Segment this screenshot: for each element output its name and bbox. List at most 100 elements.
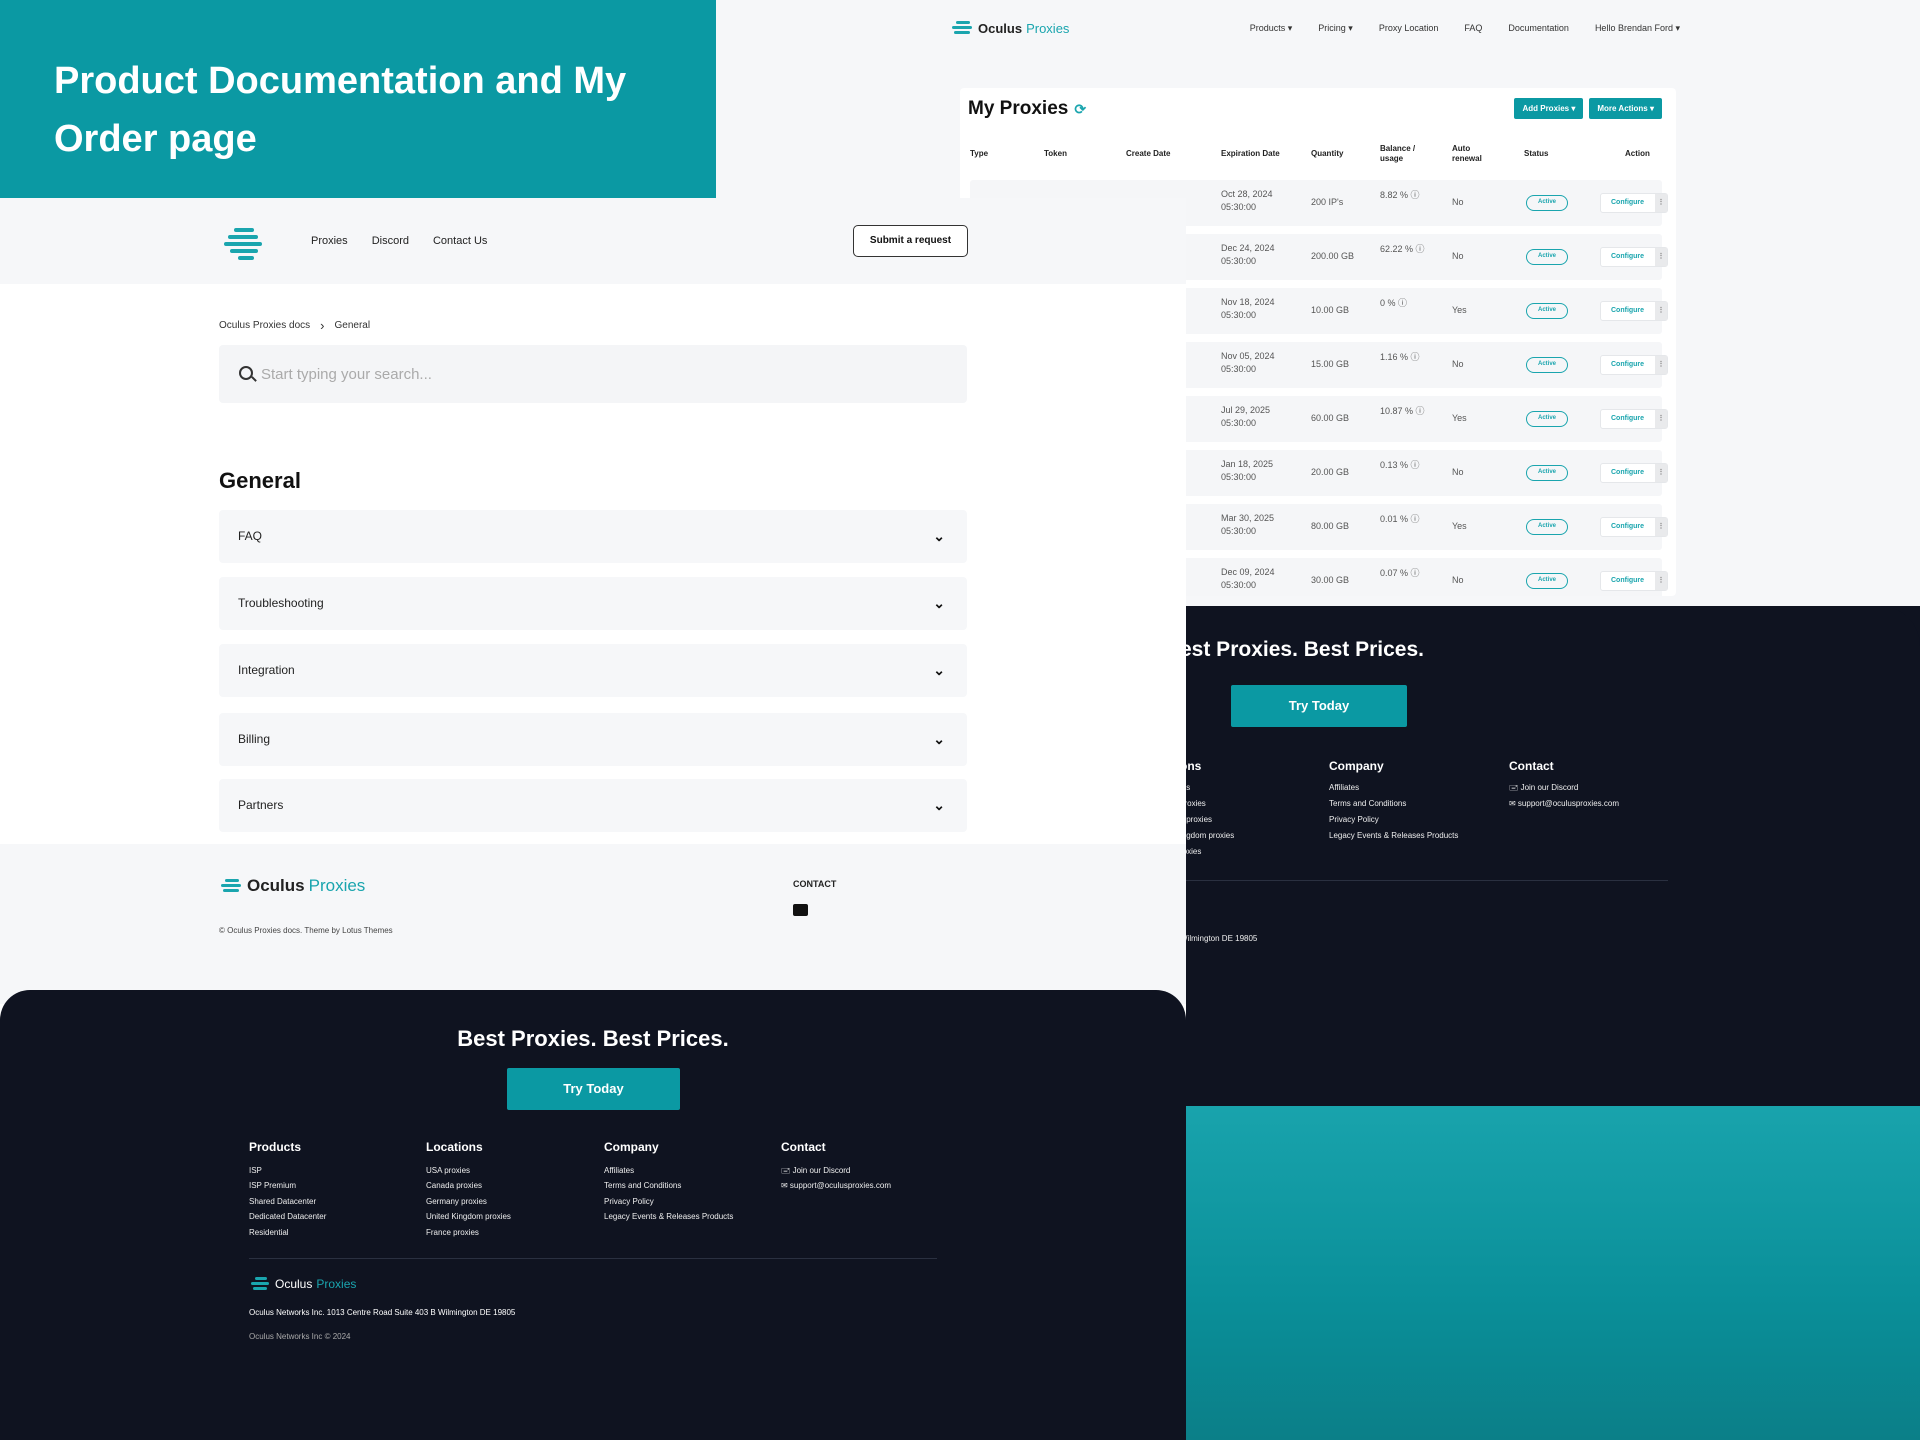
status-badge[interactable]: Active [1526, 573, 1568, 589]
right-footer-contact: Contact 🖃 Join our Discord ✉ support@ocu… [1509, 758, 1619, 812]
nav-documentation[interactable]: Documentation [1508, 23, 1569, 34]
configure-button[interactable]: Configure [1600, 463, 1668, 483]
logo-mark-icon [249, 1275, 271, 1293]
nav-products[interactable]: Products ▾ [1250, 23, 1293, 34]
breadcrumb-root[interactable]: Oculus Proxies docs [219, 320, 310, 331]
status-badge[interactable]: Active [1526, 411, 1568, 427]
marketing-footer: Best Proxies. Best Prices. Try Today Pro… [0, 990, 1186, 1440]
doc-footer-logo[interactable]: Oculus Proxies [219, 876, 365, 896]
submit-request-button[interactable]: Submit a request [853, 225, 968, 257]
doc-footer-contact-label: CONTACT [793, 879, 837, 889]
accordion-troubleshooting[interactable]: Troubleshooting ⌄ [219, 577, 967, 630]
discord-link[interactable]: 🖃 Join our Discord [1509, 780, 1619, 796]
footer-link[interactable]: Privacy Policy [604, 1194, 733, 1210]
status-badge[interactable]: Active [1526, 519, 1568, 535]
support-email-link[interactable]: ✉ support@oculusproxies.com [1509, 796, 1619, 812]
support-email-link[interactable]: ✉ support@oculusproxies.com [781, 1178, 891, 1194]
status-badge[interactable]: Active [1526, 195, 1568, 211]
configure-button[interactable]: Configure [1600, 193, 1668, 213]
products-heading: Products [249, 1140, 302, 1154]
status-badge[interactable]: Active [1526, 249, 1568, 265]
nav-faq[interactable]: FAQ [1464, 23, 1482, 34]
accordion-billing[interactable]: Billing ⌄ [219, 713, 967, 766]
footer-link[interactable]: Shared Datacenter [249, 1194, 326, 1210]
col-balance[interactable]: Balance / usage [1380, 144, 1430, 164]
status-badge[interactable]: Active [1526, 465, 1568, 481]
footer-link[interactable]: Privacy Policy [1329, 812, 1458, 828]
footer-link[interactable]: ingdom proxies [1180, 828, 1234, 844]
cell-quantity: 80.00 GB [1311, 521, 1350, 531]
refresh-icon[interactable]: ⟳ [1074, 101, 1086, 118]
add-proxies-button[interactable]: Add Proxies ▾ [1514, 98, 1584, 119]
doc-nav-discord[interactable]: Discord [372, 235, 409, 247]
logo-mark-icon [950, 18, 974, 38]
status-badge[interactable]: Active [1526, 303, 1568, 319]
cell-balance: 1.16 % ⓘ [1380, 352, 1420, 362]
right-try-today-button[interactable]: Try Today [1231, 685, 1407, 727]
discord-link[interactable]: 🖃 Join our Discord [781, 1163, 891, 1179]
footer-link[interactable]: Terms and Conditions [1329, 796, 1458, 812]
footer-link[interactable]: Residential [249, 1225, 326, 1241]
configure-button[interactable]: Configure [1600, 247, 1668, 267]
try-today-button[interactable]: Try Today [507, 1068, 680, 1110]
cell-auto-renewal: Yes [1452, 413, 1467, 423]
col-auto-renewal[interactable]: Auto renewal [1452, 144, 1492, 164]
cell-auto-renewal: No [1452, 575, 1464, 585]
configure-button[interactable]: Configure [1600, 517, 1668, 537]
brand-logo[interactable]: Oculus Proxies [950, 18, 1069, 38]
nav-user-menu[interactable]: Hello Brendan Ford ▾ [1595, 23, 1680, 34]
footer-link[interactable]: USA proxies [426, 1163, 511, 1179]
col-create-date[interactable]: Create Date [1126, 149, 1170, 159]
search-input[interactable] [261, 359, 941, 389]
doc-nav-proxies[interactable]: Proxies [311, 235, 348, 247]
nav-proxy-location[interactable]: Proxy Location [1379, 23, 1439, 34]
footer-link[interactable]: ISP [249, 1163, 326, 1179]
logo-mark-icon [219, 876, 243, 896]
footer-link[interactable]: Legacy Events & Releases Products [1329, 828, 1458, 844]
right-footer: est Proxies. Best Prices. Try Today ons … [1180, 606, 1920, 1106]
footer-link[interactable]: France proxies [426, 1225, 511, 1241]
footer-link[interactable]: proxies [1180, 796, 1234, 812]
top-navbar: Oculus Proxies Products ▾ Pricing ▾ Prox… [950, 14, 1680, 42]
footer-link[interactable]: Affiliates [604, 1163, 733, 1179]
footer-link[interactable]: Dedicated Datacenter [249, 1209, 326, 1225]
footer-link[interactable]: United Kingdom proxies [426, 1209, 511, 1225]
status-badge[interactable]: Active [1526, 357, 1568, 373]
cell-quantity: 20.00 GB [1311, 467, 1350, 477]
accordion-faq[interactable]: FAQ ⌄ [219, 510, 967, 563]
cell-auto-renewal: No [1452, 359, 1464, 369]
footer-contact: Contact 🖃 Join our Discord ✉ support@ocu… [781, 1140, 891, 1194]
footer-link[interactable]: ISP Premium [249, 1178, 326, 1194]
configure-button[interactable]: Configure [1600, 301, 1668, 321]
col-status[interactable]: Status [1524, 149, 1548, 159]
accordion-integration[interactable]: Integration ⌄ [219, 644, 967, 697]
doc-search [219, 345, 967, 403]
col-expiration-date[interactable]: Expiration Date [1221, 149, 1280, 159]
configure-button[interactable]: Configure [1600, 409, 1668, 429]
doc-logo-icon[interactable] [224, 226, 264, 260]
cell-quantity: 10.00 GB [1311, 305, 1350, 315]
footer-link[interactable]: Terms and Conditions [604, 1178, 733, 1194]
footer-link[interactable]: roxies [1180, 844, 1234, 860]
col-type[interactable]: Type [970, 149, 988, 159]
nav-pricing[interactable]: Pricing ▾ [1318, 23, 1353, 34]
configure-button[interactable]: Configure [1600, 571, 1668, 591]
configure-button[interactable]: Configure [1600, 355, 1668, 375]
footer-link[interactable]: Affiliates [1329, 780, 1458, 796]
footer-link[interactable]: Legacy Events & Releases Products [604, 1209, 733, 1225]
doc-nav-contact-us[interactable]: Contact Us [433, 235, 487, 247]
footer-link[interactable]: y proxies [1180, 812, 1234, 828]
col-token[interactable]: Token [1044, 149, 1067, 159]
doc-header: Proxies Discord Contact Us Submit a requ… [0, 198, 1186, 284]
accordion-partners[interactable]: Partners ⌄ [219, 779, 967, 832]
brand-accent: Proxies [1026, 20, 1070, 36]
mail-icon[interactable] [793, 904, 808, 916]
col-quantity[interactable]: Quantity [1311, 149, 1343, 159]
footer-link[interactable]: ies [1180, 780, 1234, 796]
cell-auto-renewal: No [1452, 467, 1464, 477]
cell-expiration-date: Jul 29, 2025 05:30:00 [1221, 405, 1271, 428]
footer-link[interactable]: Germany proxies [426, 1194, 511, 1210]
footer-logo[interactable]: Oculus Proxies [249, 1275, 356, 1293]
footer-link[interactable]: Canada proxies [426, 1178, 511, 1194]
more-actions-button[interactable]: More Actions ▾ [1589, 98, 1662, 119]
